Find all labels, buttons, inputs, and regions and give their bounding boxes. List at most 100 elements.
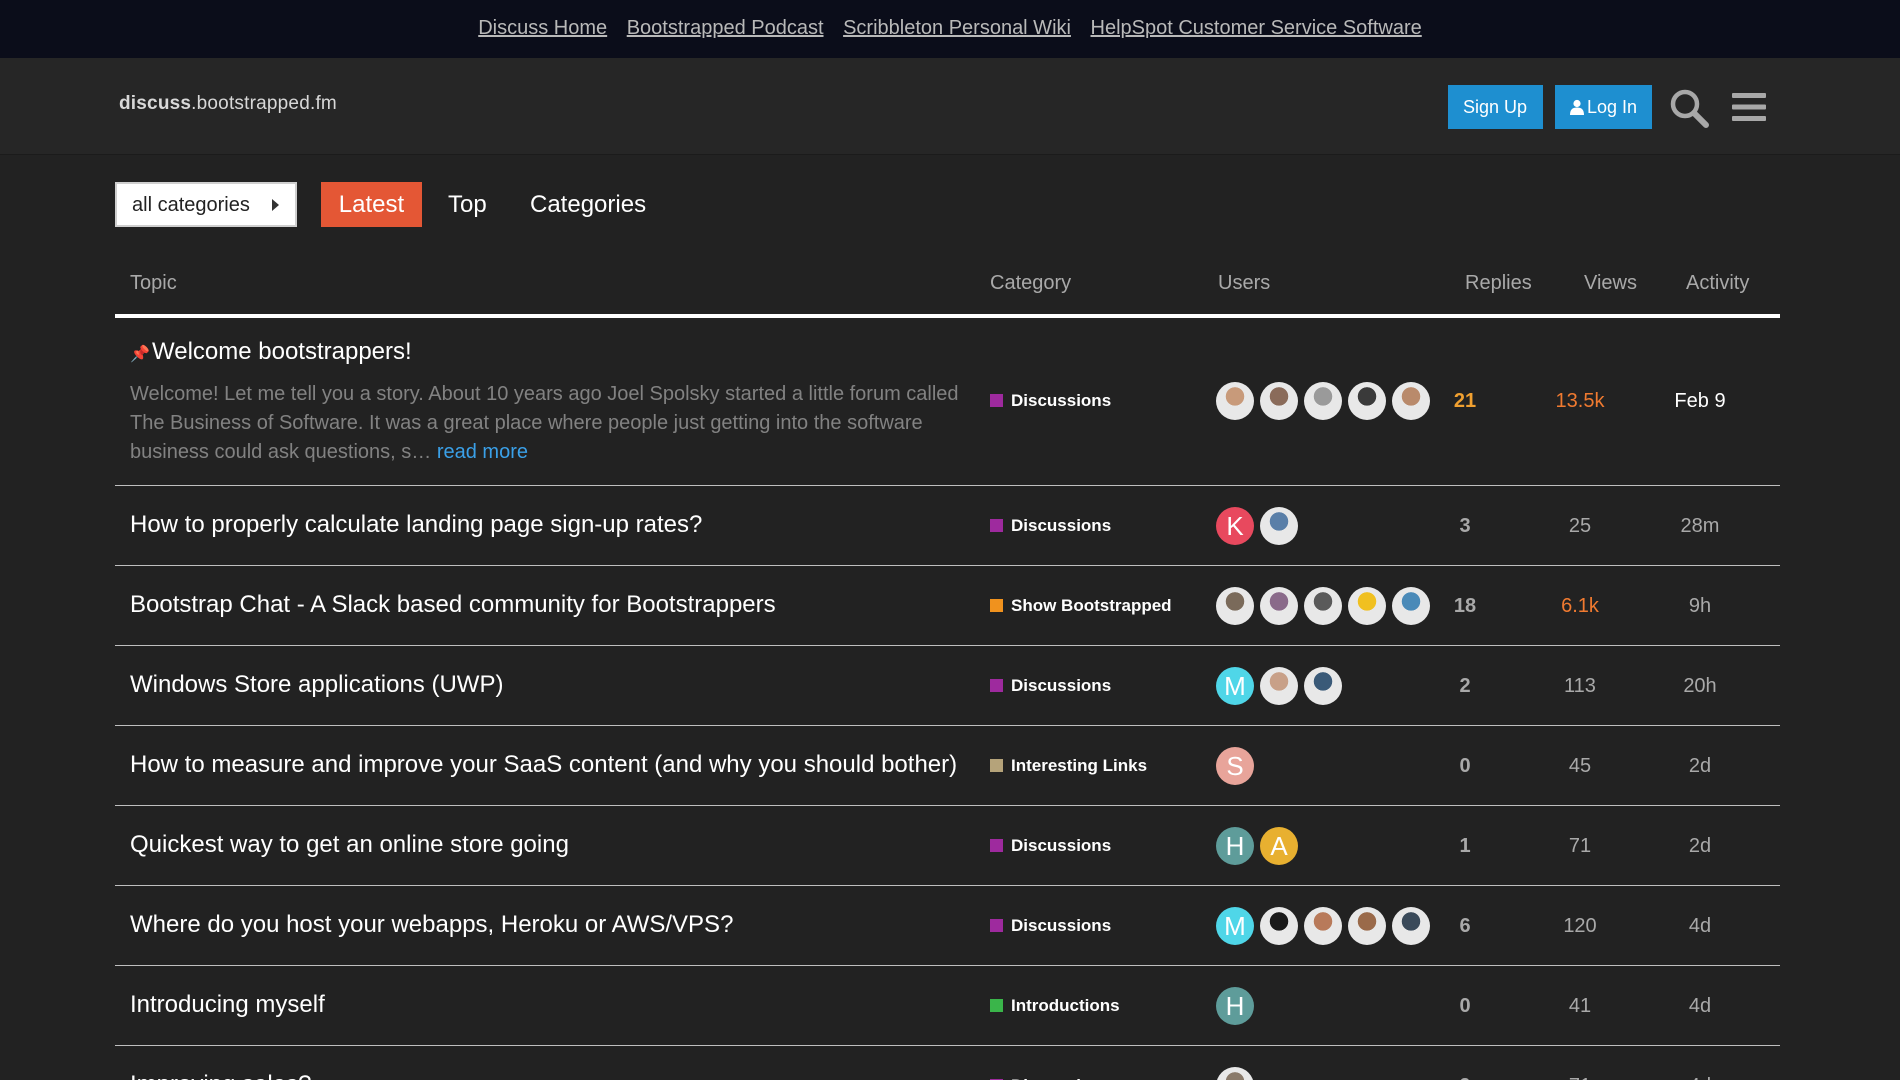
- activity-time[interactable]: 2d: [1650, 835, 1750, 858]
- topic-row: 📌Welcome bootstrappers! Welcome! Let me t…: [115, 318, 1780, 486]
- column-header-views[interactable]: Views: [1584, 272, 1637, 295]
- user-avatar[interactable]: [1348, 382, 1386, 420]
- category-color-swatch: [990, 394, 1003, 407]
- topic-title-link[interactable]: Bootstrap Chat - A Slack based community…: [130, 591, 776, 619]
- topic-title-link[interactable]: Introducing myself: [130, 991, 325, 1019]
- user-avatar[interactable]: [1216, 587, 1254, 625]
- topic-title-text: How to measure and improve your SaaS con…: [130, 751, 958, 778]
- topic-title-link[interactable]: Where do you host your webapps, Heroku o…: [130, 911, 733, 939]
- topic-title-text: Improving sales?: [130, 1071, 311, 1080]
- sign-up-button[interactable]: Sign Up: [1448, 85, 1543, 129]
- topic-row: Improving sales? Discussions 9 71 4d: [115, 1046, 1780, 1080]
- user-avatar[interactable]: [1304, 382, 1342, 420]
- topic-title-link[interactable]: Quickest way to get an online store goin…: [130, 831, 569, 859]
- user-avatar[interactable]: [1260, 667, 1298, 705]
- log-in-button[interactable]: Log In: [1555, 85, 1652, 129]
- activity-time[interactable]: 28m: [1650, 515, 1750, 538]
- category-badge[interactable]: Discussions: [990, 391, 1111, 411]
- topic-title-link[interactable]: How to properly calculate landing page s…: [130, 511, 702, 539]
- topic-title-text: Where do you host your webapps, Heroku o…: [130, 911, 734, 938]
- column-header-topic[interactable]: Topic: [130, 272, 177, 295]
- topic-title-link[interactable]: Windows Store applications (UWP): [130, 671, 503, 699]
- topic-title-link[interactable]: Improving sales?: [130, 1071, 311, 1080]
- reply-count: 21: [1453, 390, 1477, 412]
- category-color-swatch: [990, 999, 1003, 1012]
- category-color-swatch: [990, 839, 1003, 852]
- banner-link-discuss-home[interactable]: Discuss Home: [478, 17, 607, 39]
- search-icon[interactable]: [1669, 88, 1709, 128]
- topic-excerpt: Welcome! Let me tell you a story. About …: [130, 380, 960, 467]
- category-badge[interactable]: Discussions: [990, 516, 1111, 536]
- category-name: Discussions: [1011, 391, 1112, 410]
- category-badge[interactable]: Discussions: [990, 916, 1111, 936]
- user-avatar[interactable]: M: [1216, 907, 1254, 945]
- topic-participants: [1216, 1067, 1254, 1080]
- category-filter-dropdown[interactable]: all categories: [115, 182, 297, 227]
- read-more-link[interactable]: read more: [437, 441, 528, 463]
- topic-row: How to measure and improve your SaaS con…: [115, 726, 1780, 806]
- category-color-swatch: [990, 679, 1003, 692]
- user-avatar[interactable]: [1392, 382, 1430, 420]
- user-avatar[interactable]: M: [1216, 667, 1254, 705]
- category-badge[interactable]: Discussions: [990, 836, 1111, 856]
- user-avatar[interactable]: [1260, 907, 1298, 945]
- hamburger-menu-icon[interactable]: [1730, 90, 1768, 124]
- activity-time[interactable]: 4d: [1650, 995, 1750, 1018]
- category-color-swatch: [990, 599, 1003, 612]
- topic-title-link[interactable]: 📌Welcome bootstrappers!: [130, 338, 412, 366]
- topic-title-text: Introducing myself: [130, 991, 325, 1018]
- activity-time[interactable]: 9h: [1650, 595, 1750, 618]
- user-avatar[interactable]: S: [1216, 747, 1254, 785]
- category-name: Introductions: [1011, 996, 1120, 1015]
- top-banner: Discuss Home Bootstrapped Podcast Scribb…: [0, 0, 1900, 58]
- topic-row: Quickest way to get an online store goin…: [115, 806, 1780, 886]
- category-badge[interactable]: Interesting Links: [990, 756, 1147, 776]
- activity-time[interactable]: 4d: [1650, 1075, 1750, 1080]
- user-avatar[interactable]: [1216, 1067, 1254, 1080]
- activity-time[interactable]: 2d: [1650, 755, 1750, 778]
- user-avatar[interactable]: [1304, 667, 1342, 705]
- user-avatar[interactable]: [1260, 587, 1298, 625]
- tab-top[interactable]: Top: [448, 182, 487, 227]
- banner-links: Discuss Home Bootstrapped Podcast Scribb…: [0, 17, 1900, 40]
- user-avatar[interactable]: [1348, 907, 1386, 945]
- category-badge[interactable]: Show Bootstrapped: [990, 596, 1172, 616]
- category-badge[interactable]: Introductions: [990, 996, 1120, 1016]
- banner-link-podcast[interactable]: Bootstrapped Podcast: [627, 17, 824, 39]
- activity-time[interactable]: 20h: [1650, 675, 1750, 698]
- tab-categories[interactable]: Categories: [530, 182, 646, 227]
- user-avatar[interactable]: [1216, 382, 1254, 420]
- column-header-replies[interactable]: Replies: [1465, 272, 1532, 295]
- banner-link-helpspot[interactable]: HelpSpot Customer Service Software: [1091, 17, 1422, 39]
- banner-link-wiki[interactable]: Scribbleton Personal Wiki: [843, 17, 1071, 39]
- user-avatar[interactable]: H: [1216, 827, 1254, 865]
- user-avatar[interactable]: [1260, 507, 1298, 545]
- user-avatar[interactable]: H: [1216, 987, 1254, 1025]
- category-badge[interactable]: Discussions: [990, 1076, 1111, 1080]
- activity-time[interactable]: 4d: [1650, 915, 1750, 938]
- user-avatar[interactable]: [1260, 382, 1298, 420]
- activity-time[interactable]: Feb 9: [1650, 390, 1750, 413]
- topic-participants: [1216, 382, 1430, 420]
- user-avatar[interactable]: [1304, 587, 1342, 625]
- view-count: 13.5k: [1555, 390, 1605, 412]
- reply-count: 1: [1459, 835, 1471, 857]
- topic-title-text: How to properly calculate landing page s…: [130, 511, 703, 538]
- topic-row: How to properly calculate landing page s…: [115, 486, 1780, 566]
- column-header-activity[interactable]: Activity: [1686, 272, 1749, 295]
- category-name: Discussions: [1011, 836, 1112, 855]
- view-count: 45: [1568, 755, 1592, 777]
- user-avatar[interactable]: [1392, 587, 1430, 625]
- user-avatar[interactable]: A: [1260, 827, 1298, 865]
- user-avatar[interactable]: [1304, 907, 1342, 945]
- category-badge[interactable]: Discussions: [990, 676, 1111, 696]
- topic-title-link[interactable]: How to measure and improve your SaaS con…: [130, 751, 957, 779]
- user-avatar[interactable]: [1392, 907, 1430, 945]
- site-header: discuss.bootstrapped.fm Sign Up Log In: [0, 58, 1900, 155]
- topic-participants: H: [1216, 987, 1254, 1025]
- user-avatar[interactable]: [1348, 587, 1386, 625]
- reply-count: 18: [1453, 595, 1477, 617]
- site-logo[interactable]: discuss.bootstrapped.fm: [119, 93, 337, 115]
- user-avatar[interactable]: K: [1216, 507, 1254, 545]
- tab-latest[interactable]: Latest: [321, 182, 422, 227]
